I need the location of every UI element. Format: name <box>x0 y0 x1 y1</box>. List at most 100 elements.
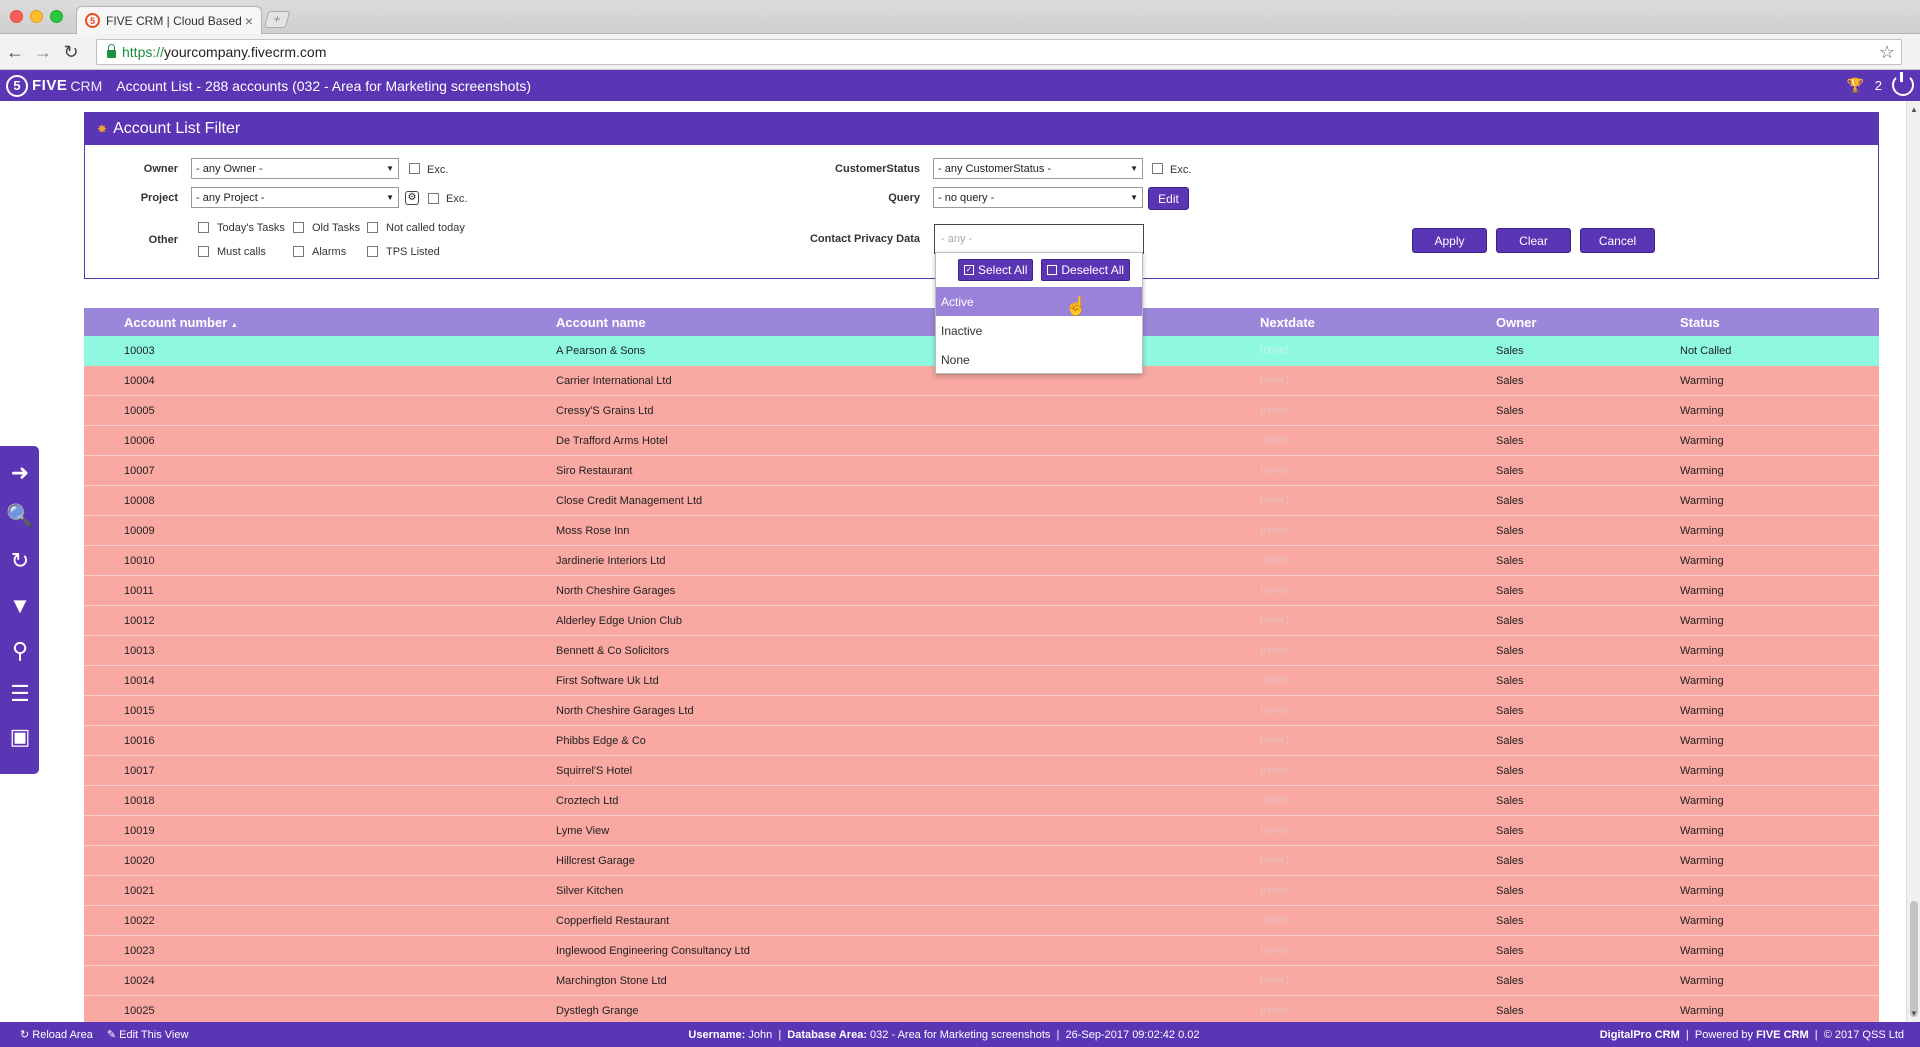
nextdate-cell: (none) <box>1260 975 1289 986</box>
todays-tasks-checkbox[interactable] <box>198 222 209 233</box>
table-row[interactable]: 10023 Inglewood Engineering Consultancy L… <box>84 936 1879 966</box>
nextdate-cell: (none) <box>1260 345 1289 356</box>
dropdown-option-none[interactable]: None <box>936 345 1142 374</box>
table-row[interactable]: 10010 Jardinerie Interiors Ltd (none) Sales… <box>84 546 1879 576</box>
reload-icon[interactable]: ↻ <box>60 41 82 63</box>
owner-cell: Sales <box>1496 944 1524 957</box>
account-name-cell: Bennett & Co Solicitors <box>556 644 670 657</box>
account-number-cell: 10023 <box>124 944 155 957</box>
scroll-thumb[interactable] <box>1910 901 1918 1017</box>
nextdate-cell: (none) <box>1260 915 1289 926</box>
table-row[interactable]: 10013 Bennett & Co Solicitors (none) Sales W… <box>84 636 1879 666</box>
import-list-icon[interactable]: ☰ <box>6 679 34 709</box>
quick-find-icon[interactable]: 🔍 <box>6 501 34 531</box>
dropdown-option-active[interactable]: Active <box>936 287 1142 316</box>
owner-exc-checkbox[interactable] <box>409 163 420 174</box>
status-cell: Warming <box>1680 614 1724 627</box>
column-header-nextdate[interactable]: Nextdate <box>1260 315 1315 330</box>
app-header: 5 FIVE CRM Account List - 288 accounts (… <box>0 70 1920 101</box>
column-header-owner[interactable]: Owner <box>1496 315 1536 330</box>
vertical-scrollbar[interactable]: ▲ ▼ <box>1906 101 1920 1022</box>
fivecrm-favicon-icon: 5 <box>85 13 100 28</box>
table-row[interactable]: 10021 Silver Kitchen (none) Sales Warming <box>84 876 1879 906</box>
reload-area-link[interactable]: ↻ Reload Area <box>20 1028 93 1041</box>
cancel-button[interactable]: Cancel <box>1580 228 1655 253</box>
query-select-value: - no query - <box>938 191 995 204</box>
deselect-all-button[interactable]: Deselect All <box>1041 259 1131 281</box>
account-number-cell: 10003 <box>124 344 155 357</box>
refresh-r-icon[interactable]: ↻ <box>6 546 34 576</box>
new-tab-button[interactable]: + <box>263 11 291 28</box>
must-calls-checkbox[interactable] <box>198 246 209 257</box>
project-select[interactable]: - any Project - ▼ <box>191 187 399 208</box>
column-header-account-name[interactable]: Account name <box>556 315 646 330</box>
edit-this-view-link[interactable]: ✎ Edit This View <box>107 1028 189 1041</box>
project-settings-gear-icon[interactable]: ⚙ <box>405 191 419 205</box>
filter-off-icon[interactable]: ▼ <box>6 591 34 621</box>
account-number-cell: 10010 <box>124 554 155 567</box>
table-row[interactable]: 10014 First Software Uk Ltd (none) Sales War… <box>84 666 1879 696</box>
nextdate-cell: (none) <box>1260 825 1289 836</box>
scroll-up-icon[interactable]: ▲ <box>1910 105 1918 114</box>
table-row[interactable]: 10006 De Trafford Arms Hotel (none) Sales Wa… <box>84 426 1879 456</box>
query-edit-button[interactable]: Edit <box>1148 187 1189 210</box>
forward-arrow-icon[interactable]: → <box>32 41 54 63</box>
query-select[interactable]: - no query - ▼ <box>933 187 1143 208</box>
table-row[interactable]: 10020 Hillcrest Garage (none) Sales Warming <box>84 846 1879 876</box>
bookmark-star-icon[interactable]: ☆ <box>1879 42 1895 63</box>
customer-status-exc-checkbox[interactable] <box>1152 163 1163 174</box>
tps-listed-checkbox[interactable] <box>367 246 378 257</box>
browser-tab[interactable]: 5 FIVE CRM | Cloud Based Sa × <box>76 6 262 34</box>
select-all-button[interactable]: ✓ Select All <box>958 259 1034 281</box>
column-header-account-number[interactable]: Account number ▲ <box>124 315 238 330</box>
tab-close-icon[interactable]: × <box>245 13 253 29</box>
nextdate-cell: (none) <box>1260 405 1289 416</box>
apply-button[interactable]: Apply <box>1412 228 1487 253</box>
url-input[interactable]: https:// yourcompany.fivecrm.com ☆ <box>96 39 1902 65</box>
account-name-cell: Lyme View <box>556 824 610 837</box>
table-row[interactable]: 10007 Siro Restaurant (none) Sales Warming <box>84 456 1879 486</box>
project-exc-checkbox[interactable] <box>428 193 439 204</box>
dropdown-option-inactive[interactable]: Inactive <box>936 316 1142 345</box>
table-row[interactable]: 10005 Cressy'S Grains Ltd (none) Sales Warmi… <box>84 396 1879 426</box>
account-number-cell: 10012 <box>124 614 155 627</box>
must-calls-label: Must calls <box>217 246 266 258</box>
report-icon[interactable]: ▣ <box>6 722 34 752</box>
nextdate-cell: (none) <box>1260 1005 1289 1016</box>
old-tasks-checkbox[interactable] <box>293 222 304 233</box>
window-minimize-button[interactable] <box>30 10 43 23</box>
table-row[interactable]: 10015 North Cheshire Garages Ltd (none) Sal… <box>84 696 1879 726</box>
power-logout-icon[interactable] <box>1892 72 1914 96</box>
filter-title: Account List Filter <box>113 120 241 137</box>
column-header-status[interactable]: Status <box>1680 315 1720 330</box>
back-arrow-icon[interactable]: ← <box>4 41 26 63</box>
scroll-down-icon[interactable]: ▼ <box>1910 1009 1918 1018</box>
clear-button[interactable]: Clear <box>1496 228 1571 253</box>
table-row[interactable]: 10024 Marchington Stone Ltd (none) Sales War… <box>84 966 1879 996</box>
owner-cell: Sales <box>1496 704 1524 717</box>
digitalpro-brand: DigitalPro CRM <box>1599 1028 1680 1041</box>
customer-status-select[interactable]: - any CustomerStatus - ▼ <box>933 158 1143 179</box>
table-row[interactable]: 10022 Copperfield Restaurant (none) Sales Wa… <box>84 906 1879 936</box>
table-row[interactable]: 10019 Lyme View (none) Sales Warming <box>84 816 1879 846</box>
table-row[interactable]: 10016 Phibbs Edge & Co (none) Sales Warming <box>84 726 1879 756</box>
table-row[interactable]: 10017 Squirrel'S Hotel (none) Sales Warming <box>84 756 1879 786</box>
not-called-today-checkbox[interactable] <box>367 222 378 233</box>
table-row[interactable]: 10009 Moss Rose Inn (none) Sales Warming <box>84 516 1879 546</box>
window-maximize-button[interactable] <box>50 10 63 23</box>
table-row[interactable]: 10011 North Cheshire Garages (none) Sales Wa… <box>84 576 1879 606</box>
fivecrm-logo[interactable]: 5 FIVE CRM <box>6 74 102 97</box>
alarms-checkbox[interactable] <box>293 246 304 257</box>
status-cell: Warming <box>1680 914 1724 927</box>
table-row[interactable]: 10012 Alderley Edge Union Club (none) Sales… <box>84 606 1879 636</box>
window-close-button[interactable] <box>10 10 23 23</box>
search-off-icon[interactable]: ⚲ <box>6 636 34 666</box>
nextdate-cell: (none) <box>1260 735 1289 746</box>
go-arrow-icon[interactable]: ➜ <box>6 458 34 488</box>
owner-select[interactable]: - any Owner - ▼ <box>191 158 399 179</box>
trophy-icon[interactable]: 🏆 <box>1847 77 1864 94</box>
table-row[interactable]: 10018 Croztech Ltd (none) Sales Warming <box>84 786 1879 816</box>
contact-privacy-input[interactable]: - any - <box>934 224 1144 254</box>
table-row[interactable]: 10008 Close Credit Management Ltd (none) Sa… <box>84 486 1879 516</box>
logo-mark: 5 <box>6 74 28 97</box>
